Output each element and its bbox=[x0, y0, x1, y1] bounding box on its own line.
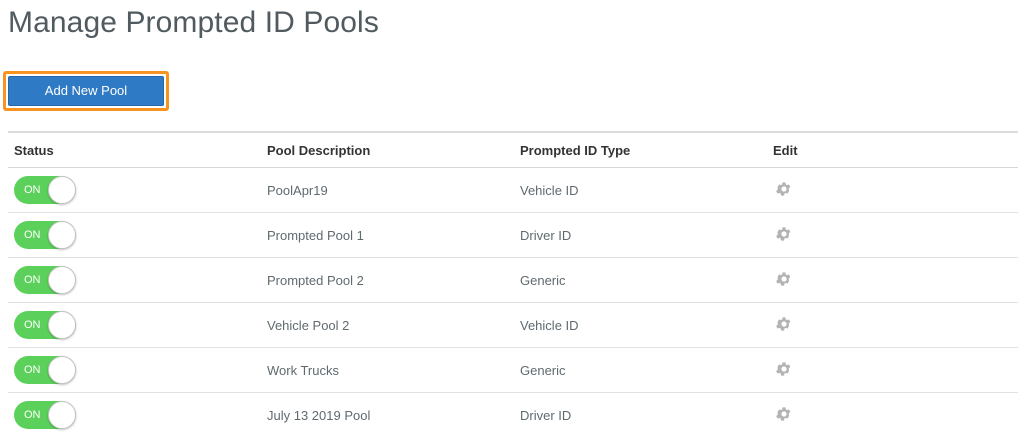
toggle-label: ON bbox=[24, 319, 41, 331]
pool-description: Vehicle Pool 2 bbox=[267, 317, 350, 333]
add-new-pool-button[interactable]: Add New Pool bbox=[8, 76, 164, 106]
toggle-knob bbox=[48, 221, 76, 249]
toggle-knob bbox=[48, 356, 76, 384]
page-title: Manage Prompted ID Pools bbox=[8, 6, 379, 39]
pool-description: Work Trucks bbox=[267, 362, 339, 378]
toggle-knob bbox=[48, 401, 76, 429]
table-row: ON Prompted Pool 2 Generic bbox=[8, 258, 1018, 303]
status-toggle[interactable]: ON bbox=[14, 221, 76, 249]
gear-icon[interactable] bbox=[775, 180, 793, 201]
toggle-label: ON bbox=[24, 184, 41, 196]
gear-icon[interactable] bbox=[775, 225, 793, 246]
table-row: ON Vehicle Pool 2 Vehicle ID bbox=[8, 303, 1018, 348]
toggle-label: ON bbox=[24, 409, 41, 421]
table-row: ON July 13 2019 Pool Driver ID bbox=[8, 393, 1018, 437]
toggle-knob bbox=[48, 311, 76, 339]
toggle-label: ON bbox=[24, 229, 41, 241]
prompted-id-type: Driver ID bbox=[520, 407, 572, 423]
header-edit: Edit bbox=[773, 142, 798, 158]
add-pool-button-focus-ring: Add New Pool bbox=[3, 71, 169, 111]
prompted-id-type: Generic bbox=[520, 362, 566, 378]
toggle-knob bbox=[48, 176, 76, 204]
status-toggle[interactable]: ON bbox=[14, 266, 76, 294]
header-status: Status bbox=[14, 142, 54, 158]
toggle-label: ON bbox=[24, 274, 41, 286]
gear-icon[interactable] bbox=[775, 315, 793, 336]
header-type: Prompted ID Type bbox=[520, 142, 631, 158]
gear-icon[interactable] bbox=[775, 270, 793, 291]
gear-icon[interactable] bbox=[775, 360, 793, 381]
toggle-knob bbox=[48, 266, 76, 294]
prompted-id-type: Vehicle ID bbox=[520, 317, 579, 333]
pool-description: PoolApr19 bbox=[267, 182, 328, 198]
pools-table: Status Pool Description Prompted ID Type… bbox=[8, 131, 1018, 437]
pool-description: Prompted Pool 2 bbox=[267, 272, 364, 288]
status-toggle[interactable]: ON bbox=[14, 176, 76, 204]
table-row: ON Work Trucks Generic bbox=[8, 348, 1018, 393]
prompted-id-type: Vehicle ID bbox=[520, 182, 579, 198]
table-row: ON PoolApr19 Vehicle ID bbox=[8, 168, 1018, 213]
status-toggle[interactable]: ON bbox=[14, 401, 76, 429]
header-description: Pool Description bbox=[267, 142, 371, 158]
pool-description: July 13 2019 Pool bbox=[267, 407, 371, 423]
status-toggle[interactable]: ON bbox=[14, 311, 76, 339]
prompted-id-type: Generic bbox=[520, 272, 566, 288]
status-toggle[interactable]: ON bbox=[14, 356, 76, 384]
toggle-label: ON bbox=[24, 364, 41, 376]
gear-icon[interactable] bbox=[775, 405, 793, 426]
table-header: Status Pool Description Prompted ID Type… bbox=[8, 133, 1018, 168]
prompted-id-type: Driver ID bbox=[520, 227, 572, 243]
table-row: ON Prompted Pool 1 Driver ID bbox=[8, 213, 1018, 258]
pool-description: Prompted Pool 1 bbox=[267, 227, 364, 243]
